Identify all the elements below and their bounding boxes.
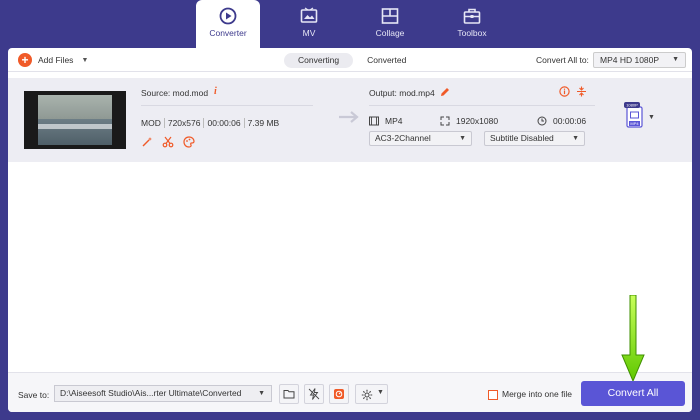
tab-mv[interactable]: MV (277, 0, 341, 46)
toolbar: + Add Files ▼ Converting Converted Conve… (8, 48, 692, 72)
top-navigation: Converter MV Collage Toolbox (0, 0, 700, 48)
main-panel: + Add Files ▼ Converting Converted Conve… (8, 48, 692, 412)
source-metadata: MOD 720x576 00:00:06 7.39 MB (141, 118, 280, 128)
caret-down-icon: ▼ (377, 389, 384, 396)
video-thumbnail[interactable] (24, 91, 126, 149)
file-row: Source: mod.mod i MOD 720x576 00:00:06 7.39… (8, 78, 692, 162)
caret-down-icon: ▼ (572, 135, 579, 142)
gear-icon (361, 389, 373, 401)
lightning-off-icon (308, 388, 320, 400)
info-icon[interactable]: i (214, 86, 217, 97)
caret-down-icon: ▼ (459, 135, 466, 142)
merge-checkbox[interactable] (488, 390, 498, 400)
tab-converter[interactable]: Converter (196, 0, 260, 48)
bottom-bar: Save to: D:\Aiseesoft Studio\Ais...rter … (8, 372, 692, 412)
tab-label: Converter (209, 28, 247, 38)
convert-all-format-value: MP4 HD 1080P (600, 55, 660, 65)
caret-down-icon: ▼ (672, 56, 679, 63)
settings-menu-button[interactable]: ▼ (355, 384, 388, 404)
convert-all-label: Convert All to: (536, 55, 589, 65)
clock-icon (537, 116, 547, 126)
source-format: MOD (141, 118, 161, 128)
tab-converted[interactable]: Converted (353, 53, 420, 68)
save-to-label: Save to: (18, 390, 50, 400)
caret-down-icon[interactable]: ▼ (648, 114, 655, 121)
tab-collage[interactable]: Collage (358, 0, 422, 46)
save-path-value: D:\Aiseesoft Studio\Ais...rter Ultimate\… (60, 388, 242, 398)
output-format-badge[interactable]: 1080P MP4 (624, 102, 646, 132)
source-duration: 00:00:06 (203, 118, 241, 128)
speed-on-icon (334, 389, 344, 399)
save-path-select[interactable]: D:\Aiseesoft Studio\Ais...rter Ultimate\… (54, 385, 272, 402)
folder-icon (283, 390, 295, 399)
convert-all-format-select[interactable]: MP4 HD 1080P ▼ (593, 52, 686, 68)
output-resolution: 1920x1080 (456, 116, 499, 126)
palette-icon[interactable] (183, 136, 195, 148)
caret-down-icon[interactable]: ▼ (81, 57, 88, 64)
hardware-acceleration-off-button[interactable] (304, 384, 324, 404)
output-format-info: MP4 (369, 116, 402, 126)
add-files-label: Add Files (38, 55, 74, 65)
badge-bottom-text: MP4 (630, 121, 639, 126)
resize-icon (440, 116, 450, 126)
output-filename: Output: mod.mp4 (369, 88, 435, 98)
source-size: 7.39 MB (243, 118, 280, 128)
source-filename: Source: mod.mod (141, 88, 209, 98)
convert-all-button[interactable]: Convert All (581, 381, 685, 406)
edit-icon[interactable] (440, 87, 450, 97)
converter-icon (219, 7, 237, 25)
output-resolution-info: 1920x1080 (440, 116, 498, 126)
view-toggle: Converting Converted (284, 53, 420, 68)
output-duration-info: 00:00:06 (537, 116, 586, 126)
highlight-arrow-icon (621, 295, 645, 381)
high-speed-conversion-button[interactable] (329, 384, 349, 404)
tab-converting[interactable]: Converting (284, 53, 354, 68)
tab-label: Toolbox (457, 28, 487, 38)
subtitle-value: Subtitle Disabled (490, 133, 554, 143)
merge-label: Merge into one file (502, 389, 572, 399)
mv-icon (300, 7, 318, 23)
add-files-button[interactable]: + Add Files ▼ (18, 52, 88, 68)
output-format: MP4 (385, 116, 403, 126)
film-icon (369, 116, 379, 126)
magic-wand-icon[interactable] (141, 136, 153, 148)
info-circle-icon[interactable] (559, 86, 570, 97)
divider (369, 105, 595, 106)
source-resolution: 720x576 (163, 118, 201, 128)
collage-icon (381, 8, 399, 24)
plus-icon: + (18, 53, 32, 67)
tab-toolbox[interactable]: Toolbox (440, 0, 504, 46)
audio-track-select[interactable]: AC3-2Channel ▼ (369, 131, 472, 146)
scissors-icon[interactable] (162, 136, 174, 148)
output-duration: 00:00:06 (553, 116, 587, 126)
subtitle-select[interactable]: Subtitle Disabled ▼ (484, 131, 585, 146)
badge-top-text: 1080P (626, 103, 638, 108)
toolbox-icon (463, 8, 481, 24)
compress-icon[interactable] (576, 86, 587, 97)
tab-label: MV (302, 28, 316, 38)
caret-down-icon: ▼ (258, 390, 265, 397)
open-folder-button[interactable] (279, 384, 299, 404)
divider (141, 105, 313, 106)
arrow-right-icon (339, 111, 359, 123)
edit-tools (141, 136, 195, 148)
tab-label: Collage (375, 28, 405, 38)
audio-track-value: AC3-2Channel (375, 133, 431, 143)
